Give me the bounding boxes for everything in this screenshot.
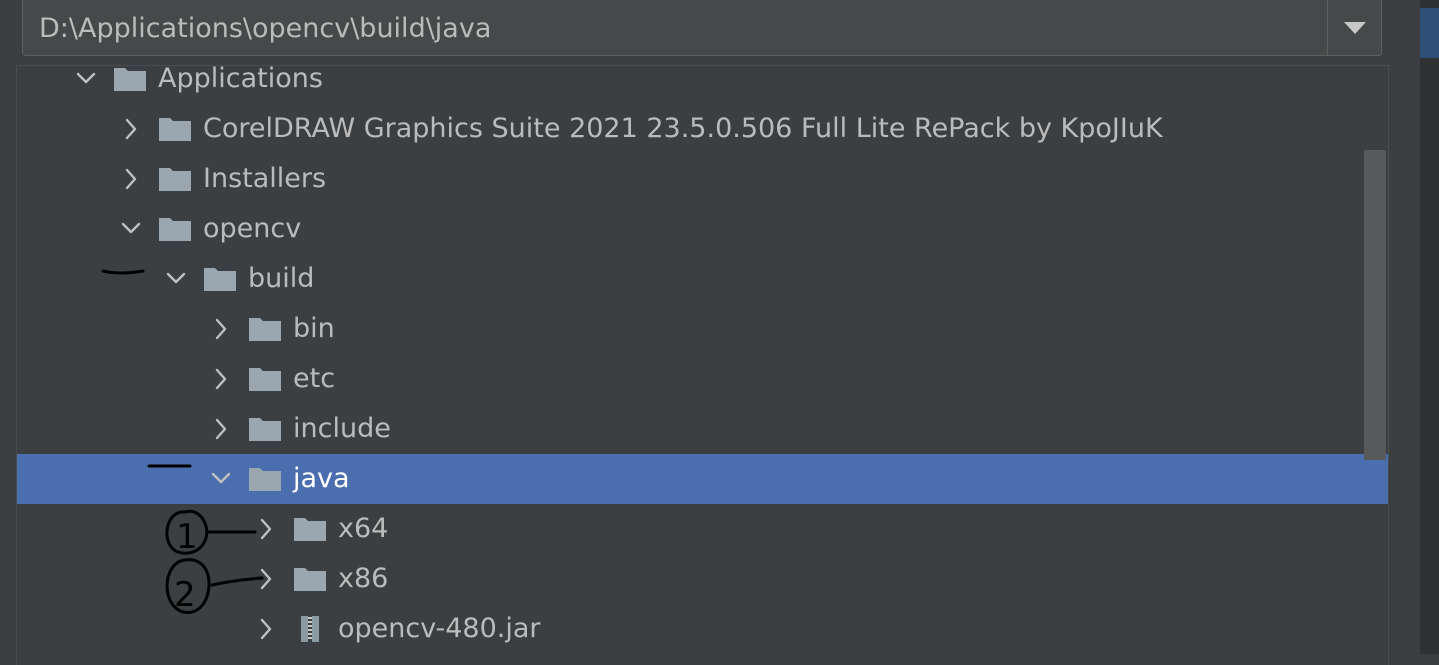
folder-icon <box>159 168 191 191</box>
tree-row-label: bin <box>293 313 335 344</box>
chevron-right-icon[interactable] <box>210 416 232 442</box>
tree-row-label: Applications <box>158 65 323 94</box>
folder-icon <box>159 118 191 141</box>
tree-row-label: x64 <box>338 513 389 544</box>
path-field[interactable]: D:\Applications\opencv\build\java <box>22 0 1382 56</box>
folder-icon <box>204 268 236 291</box>
chevron-right-icon[interactable] <box>255 616 277 642</box>
tree-row[interactable]: bin <box>17 304 1388 354</box>
tree-row[interactable]: opencv-480.jar <box>17 604 1388 654</box>
folder-icon <box>249 468 281 491</box>
tree-row-label: etc <box>293 363 336 394</box>
tree-row[interactable]: x86 <box>17 554 1388 604</box>
tree-row[interactable]: CorelDRAW Graphics Suite 2021 23.5.0.506… <box>17 104 1388 154</box>
folder-icon <box>114 68 146 91</box>
folder-icon <box>249 368 281 391</box>
tree-row[interactable]: include <box>17 404 1388 454</box>
triangle-down-icon <box>1344 22 1366 34</box>
folder-icon <box>294 568 326 591</box>
tree-row-label: build <box>248 263 315 294</box>
tree-row[interactable]: x64 <box>17 504 1388 554</box>
right-side-accent <box>1420 8 1439 58</box>
vertical-scrollbar[interactable] <box>1364 150 1386 460</box>
chevron-right-icon[interactable] <box>255 516 277 542</box>
chevron-down-icon[interactable] <box>210 466 232 492</box>
tree-row[interactable]: java <box>17 454 1388 504</box>
chevron-right-icon[interactable] <box>255 566 277 592</box>
folder-icon <box>249 418 281 441</box>
tree-row[interactable]: Installers <box>17 154 1388 204</box>
folder-icon <box>294 518 326 541</box>
tree-row-label: x86 <box>338 563 389 594</box>
right-side-strip <box>1420 0 1439 654</box>
tree-row-label: opencv <box>203 213 302 244</box>
tree-row[interactable]: Applications <box>17 65 1388 104</box>
tree-row-label: java <box>293 463 350 494</box>
tree-row-label: CorelDRAW Graphics Suite 2021 23.5.0.506… <box>203 113 1163 144</box>
chevron-down-icon[interactable] <box>120 216 142 242</box>
jar-archive-icon <box>301 616 319 642</box>
chevron-right-icon[interactable] <box>120 116 142 142</box>
tree-row[interactable]: build <box>17 254 1388 304</box>
chevron-right-icon[interactable] <box>120 166 142 192</box>
tree-row-label: include <box>293 413 391 444</box>
file-tree[interactable]: Applications CorelDRAW Graphics Suite 202… <box>16 65 1389 665</box>
path-dropdown-button[interactable] <box>1327 0 1381 55</box>
folder-icon <box>249 318 281 341</box>
chevron-right-icon[interactable] <box>210 316 232 342</box>
chevron-down-icon[interactable] <box>75 66 97 92</box>
folder-icon <box>159 218 191 241</box>
path-input[interactable]: D:\Applications\opencv\build\java <box>39 12 491 46</box>
tree-row-label: opencv-480.jar <box>338 613 541 644</box>
chevron-down-icon[interactable] <box>165 266 187 292</box>
chevron-right-icon[interactable] <box>210 366 232 392</box>
tree-row-label: Installers <box>203 163 327 194</box>
tree-row[interactable]: etc <box>17 354 1388 404</box>
tree-row[interactable]: opencv <box>17 204 1388 254</box>
